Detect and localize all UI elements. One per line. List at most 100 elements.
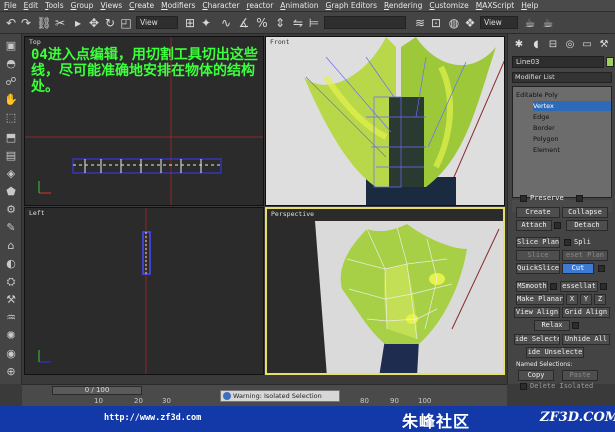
menu-item-edit[interactable]: Edit [24,1,39,10]
menu-item-tools[interactable]: Tools [45,1,63,10]
menu-item-customize[interactable]: Customize [429,1,468,10]
tool-icon[interactable]: ⚙ [3,202,19,218]
tool-icon[interactable]: ⬒ [3,130,19,146]
stack-item-border[interactable]: Border [533,123,611,133]
quick-render-icon[interactable]: ☕ [522,15,538,31]
menu-item-create[interactable]: Create [129,1,154,10]
grid-align-button[interactable]: Grid Align [562,307,610,318]
utilities-tab-icon[interactable]: ⚒ [597,38,611,52]
menu-item-character[interactable]: Character [202,1,239,10]
tool-icon[interactable]: ◓ [3,56,19,72]
link-icon[interactable]: ⛓ [36,15,52,31]
tool-icon[interactable]: ⊕ [3,364,19,380]
attach-settings-checkbox[interactable] [554,222,561,229]
tool-icon[interactable]: ⬚ [3,110,19,126]
undo-icon[interactable]: ↶ [3,15,19,31]
mirror-icon[interactable]: ⇋ [290,15,306,31]
rotate-icon[interactable]: ↻ [102,15,118,31]
menu-item-file[interactable]: File [4,1,17,10]
tessellate-button[interactable]: essellat [560,281,598,292]
time-slider[interactable]: 0 / 100 [52,386,142,395]
tool-icon[interactable]: ♒ [3,310,19,326]
cut-button[interactable]: Cut [562,263,594,274]
menu-item-rendering[interactable]: Rendering [384,1,422,10]
split-checkbox[interactable] [564,239,571,246]
scale-icon[interactable]: ◰ [118,15,134,31]
display-tab-icon[interactable]: ▭ [580,38,594,52]
hierarchy-tab-icon[interactable]: ⊟ [546,38,560,52]
percent-snap-icon[interactable]: % [254,15,270,31]
hide-selected-button[interactable]: ide Selecte [514,334,560,345]
detach-button[interactable]: Detach [566,220,608,231]
move-icon[interactable]: ✥ [86,15,102,31]
object-color-swatch[interactable] [606,57,614,67]
spinner-snap-icon[interactable]: ⇕ [272,15,288,31]
menu-item-modifiers[interactable]: Modifiers [161,1,195,10]
select-icon[interactable]: ▸ [70,15,86,31]
unlink-icon[interactable]: ✂ [52,15,68,31]
curve-editor-icon[interactable]: ≋ [412,15,428,31]
footer-url[interactable]: http://www.zf3d.com [104,413,201,423]
relax-settings-checkbox[interactable] [572,322,579,329]
viewport-perspective[interactable]: Perspective [265,207,505,375]
msmooth-settings-checkbox[interactable] [550,283,557,290]
stack-item-edge[interactable]: Edge [533,112,611,122]
tool-icon[interactable]: ✺ [3,328,19,344]
copy-button[interactable]: Copy [518,370,554,381]
make-planar-button[interactable]: Make Planar [516,294,564,305]
stack-item-editable-poly[interactable]: Editable Poly [516,90,558,100]
stack-item-polygon[interactable]: Polygon [533,134,611,144]
menu-item-views[interactable]: Views [100,1,122,10]
unhide-all-button[interactable]: Unhide All [562,334,610,345]
view-align-button[interactable]: View Align [514,307,560,318]
align-y-button[interactable]: Y [580,294,592,305]
align-z-button[interactable]: Z [594,294,606,305]
render-type-dropdown[interactable]: View [480,16,518,29]
hide-unselected-button[interactable]: ide Unselecte [526,347,584,358]
motion-tab-icon[interactable]: ◎ [563,38,577,52]
menu-item-graph-editors[interactable]: Graph Editors [326,1,378,10]
modifier-list-dropdown[interactable]: Modifier List [512,72,612,83]
collapse-button[interactable]: Collapse [562,207,608,218]
tool-icon[interactable]: ▤ [3,148,19,164]
menu-item-animation[interactable]: Animation [280,1,318,10]
create-button[interactable]: Create [516,207,560,218]
attach-button[interactable]: Attach [516,220,552,231]
named-selection-dropdown[interactable] [324,16,406,29]
redo-icon[interactable]: ↷ [18,15,34,31]
align-icon[interactable]: ⊨ [306,15,322,31]
slice-plane-button[interactable]: Slice Plane [516,237,560,248]
tool-icon[interactable]: ⛭ [3,274,19,290]
tool-icon[interactable]: ◉ [3,346,19,362]
menu-item-help[interactable]: Help [521,1,538,10]
msmooth-button[interactable]: MSmooth [516,281,548,292]
isolated-selection-warning[interactable]: Warning: Isolated Selection [220,390,340,402]
tessellate-settings-checkbox[interactable] [600,283,607,290]
tool-icon[interactable]: ▣ [3,38,19,54]
reference-coordinate-dropdown[interactable]: View [136,16,178,29]
modify-tab-icon[interactable]: ◖ [529,38,543,52]
tool-icon[interactable]: ⚒ [3,292,19,308]
viewport-front[interactable]: Front [265,36,505,206]
render-scene-icon[interactable]: ❖ [462,15,478,31]
tool-icon[interactable]: ✋ [3,92,19,108]
tool-icon[interactable]: ✎ [3,220,19,236]
render-last-icon[interactable]: ☕ [540,15,556,31]
tool-icon[interactable]: ◐ [3,256,19,272]
pivot-icon[interactable]: ⊞ [182,15,198,31]
tool-icon[interactable]: ⌂ [3,238,19,254]
relax-button[interactable]: Relax [534,320,570,331]
reset-plane-button[interactable]: eset Plan [562,250,608,261]
tool-icon[interactable]: ☍ [3,74,19,90]
angle-snap-icon[interactable]: ∡ [236,15,252,31]
menu-item-maxscript[interactable]: MAXScript [476,1,515,10]
snap-3d-icon[interactable]: ∿ [218,15,234,31]
create-tab-icon[interactable]: ✱ [512,38,526,52]
slice-button[interactable]: Slice [516,250,560,261]
preserve-checkbox[interactable] [520,195,527,202]
material-editor-icon[interactable]: ◍ [446,15,462,31]
viewport-top[interactable]: Top 04进入点编辑，用切割工具切出这些线，尽可能准确地安排在物体的结构处。 [24,36,264,206]
select-manipulate-icon[interactable]: ✦ [198,15,214,31]
object-name-field[interactable]: Line03 [512,56,604,68]
menu-item-reactor[interactable]: reactor [246,1,273,10]
